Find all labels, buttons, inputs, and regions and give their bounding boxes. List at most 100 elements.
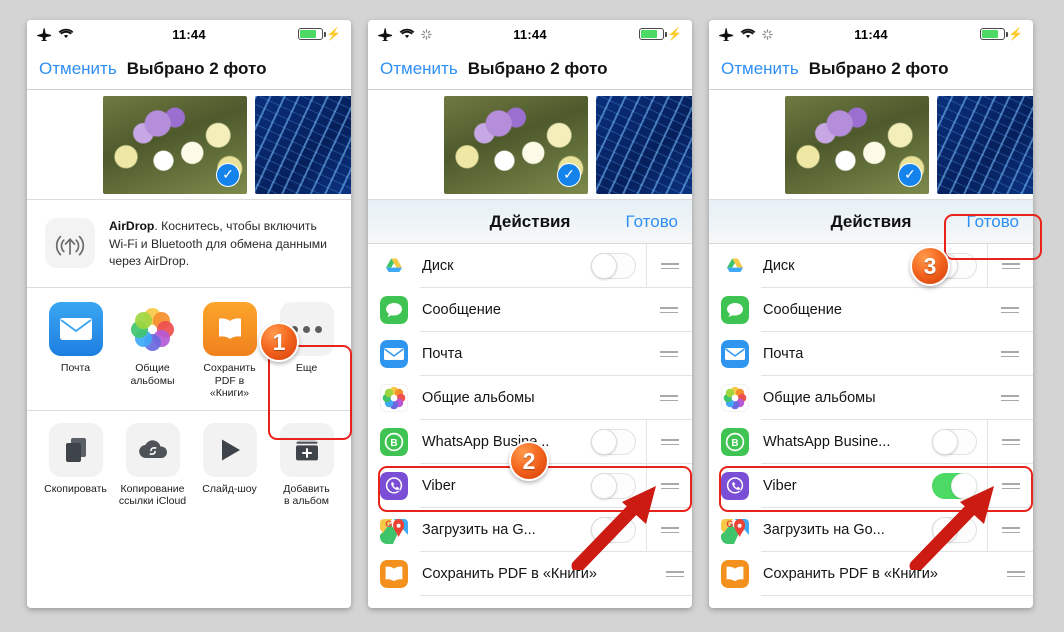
share-app-save-pdf-books-label: Сохранить PDF в «Книги» — [203, 362, 256, 400]
drag-handle-icon[interactable] — [646, 420, 692, 464]
airdrop-title: AirDrop — [109, 219, 155, 233]
list-item[interactable]: G Загрузить на G... — [368, 508, 692, 552]
phone-panel-2: 11:44 ⚡ Отменить Выбрано 2 фото ✓ Действ… — [368, 20, 692, 608]
list-item-label: Загрузить на G... — [422, 522, 536, 538]
share-app-mail[interactable]: Почта — [41, 302, 110, 400]
svg-text:G: G — [726, 519, 733, 529]
drag-handle-icon[interactable] — [987, 288, 1033, 332]
drag-handle-icon[interactable] — [987, 244, 1033, 288]
status-bar: 11:44 ⚡ — [709, 20, 1033, 48]
list-item[interactable]: G Загрузить на Go... — [709, 508, 1033, 552]
row-toggle[interactable] — [932, 429, 977, 455]
list-item[interactable]: Почта — [368, 332, 692, 376]
action-copy-icloud-link[interactable]: Копирование ссылки iCloud — [118, 422, 187, 508]
list-item[interactable]: Диск — [709, 244, 1033, 288]
share-app-shared-albums[interactable]: Общие альбомы — [118, 302, 187, 400]
drag-handle-icon[interactable] — [987, 332, 1033, 376]
list-item[interactable]: Диск — [368, 244, 692, 288]
cancel-button[interactable]: Отменить — [380, 59, 458, 79]
crocus-flowers-photo[interactable]: ✓ — [785, 95, 929, 194]
action-add-to-album[interactable]: Добавить в альбом — [272, 422, 341, 508]
list-item[interactable]: B WhatsApp Busine... — [709, 420, 1033, 464]
drag-handle-icon[interactable] — [987, 508, 1033, 552]
row-toggle[interactable] — [591, 429, 636, 455]
copy-icon — [48, 422, 103, 477]
crocus-flowers-photo[interactable]: ✓ — [444, 95, 588, 194]
row-toggle[interactable] — [591, 517, 636, 543]
list-item-label: Сообщение — [422, 302, 501, 318]
share-app-mail-label: Почта — [60, 362, 91, 375]
action-copy-label: Скопировать — [44, 482, 107, 495]
drag-handle-icon[interactable] — [646, 508, 692, 552]
drag-handle-icon[interactable] — [646, 288, 692, 332]
list-item-label: Сообщение — [763, 302, 842, 318]
phone-panel-1: 11:44 ⚡ Отменить Выбрано 2 фото ✓ AirDro… — [27, 20, 351, 608]
done-button[interactable]: Готово — [626, 212, 679, 232]
svg-text:G: G — [385, 519, 392, 529]
list-item[interactable]: Общие альбомы — [709, 376, 1033, 420]
list-item-label: Viber — [763, 478, 797, 494]
mail-icon — [48, 302, 103, 357]
google-drive-icon — [721, 252, 749, 280]
nav-bar: Отменить Выбрано 2 фото — [368, 48, 692, 90]
list-item[interactable]: Почта — [709, 332, 1033, 376]
crocus-flowers-photo[interactable]: ✓ — [103, 95, 247, 194]
drag-handle-icon[interactable] — [993, 552, 1033, 596]
blue-circuit-photo[interactable] — [255, 95, 351, 194]
done-button[interactable]: Готово — [967, 212, 1020, 232]
google-maps-icon: G — [380, 516, 408, 544]
drag-handle-icon[interactable] — [646, 244, 692, 288]
share-app-save-pdf-books[interactable]: Сохранить PDF в «Книги» — [195, 302, 264, 400]
drag-handle-icon[interactable] — [652, 552, 692, 596]
svg-text:B: B — [390, 438, 397, 449]
phone-panel-3: 11:44 ⚡ Отменить Выбрано 2 фото ✓ Действ… — [709, 20, 1033, 608]
list-item-label: Загрузить на Go... — [763, 522, 885, 538]
check-icon: ✓ — [216, 162, 240, 187]
action-copy-icloud-link-label: Копирование ссылки iCloud — [118, 482, 187, 508]
drag-handle-icon[interactable] — [987, 376, 1033, 420]
list-item[interactable]: Сообщение — [368, 288, 692, 332]
list-item-label: Общие альбомы — [763, 390, 876, 406]
row-toggle[interactable] — [932, 517, 977, 543]
list-item[interactable]: Сохранить PDF в «Книги» — [709, 552, 1033, 596]
action-slideshow[interactable]: Слайд-шоу — [195, 422, 264, 508]
row-toggle[interactable] — [591, 253, 636, 279]
photos-flower-shape — [131, 307, 174, 351]
check-icon: ✓ — [557, 162, 581, 187]
airdrop-block[interactable]: AirDrop. Коснитесь, чтобы включить Wi-Fi… — [27, 200, 351, 289]
blue-circuit-photo[interactable] — [596, 95, 692, 194]
list-item[interactable]: Общие альбомы — [368, 376, 692, 420]
row-toggle[interactable] — [932, 473, 977, 499]
airdrop-icon — [45, 218, 95, 268]
share-actions-row: Скопировать Копирование ссылки iCloud Сл… — [27, 409, 351, 519]
photos-icon — [380, 384, 408, 412]
drag-handle-icon[interactable] — [646, 376, 692, 420]
cancel-button[interactable]: Отменить — [39, 59, 117, 79]
list-item[interactable]: Сохранить PDF в «Книги» — [368, 552, 692, 596]
sheet-title: Действия — [489, 211, 571, 231]
row-toggle[interactable] — [591, 473, 636, 499]
activities-sheet-header: Действия Готово — [709, 200, 1033, 244]
viber-icon — [380, 472, 408, 500]
battery-icon — [980, 28, 1009, 40]
cancel-button[interactable]: Отменить — [721, 59, 799, 79]
drag-handle-icon[interactable] — [987, 420, 1033, 464]
status-bar: 11:44 ⚡ — [368, 20, 692, 48]
battery-icon — [298, 28, 327, 40]
selected-photos-strip: ✓ — [368, 90, 692, 200]
selected-photos-strip: ✓ — [27, 90, 351, 200]
drag-handle-icon[interactable] — [646, 332, 692, 376]
action-copy[interactable]: Скопировать — [41, 422, 110, 508]
google-drive-icon — [380, 252, 408, 280]
list-item[interactable]: Сообщение — [709, 288, 1033, 332]
selected-photos-strip: ✓ — [709, 90, 1033, 200]
airdrop-text: AirDrop. Коснитесь, чтобы включить Wi-Fi… — [109, 218, 335, 271]
drag-handle-icon[interactable] — [646, 464, 692, 508]
list-item[interactable]: Viber — [709, 464, 1033, 508]
blue-circuit-photo[interactable] — [937, 95, 1033, 194]
action-add-to-album-label: Добавить в альбом — [283, 482, 330, 508]
svg-text:B: B — [731, 438, 738, 449]
books-icon — [721, 560, 749, 588]
drag-handle-icon[interactable] — [987, 464, 1033, 508]
nav-bar: Отменить Выбрано 2 фото — [27, 48, 351, 90]
